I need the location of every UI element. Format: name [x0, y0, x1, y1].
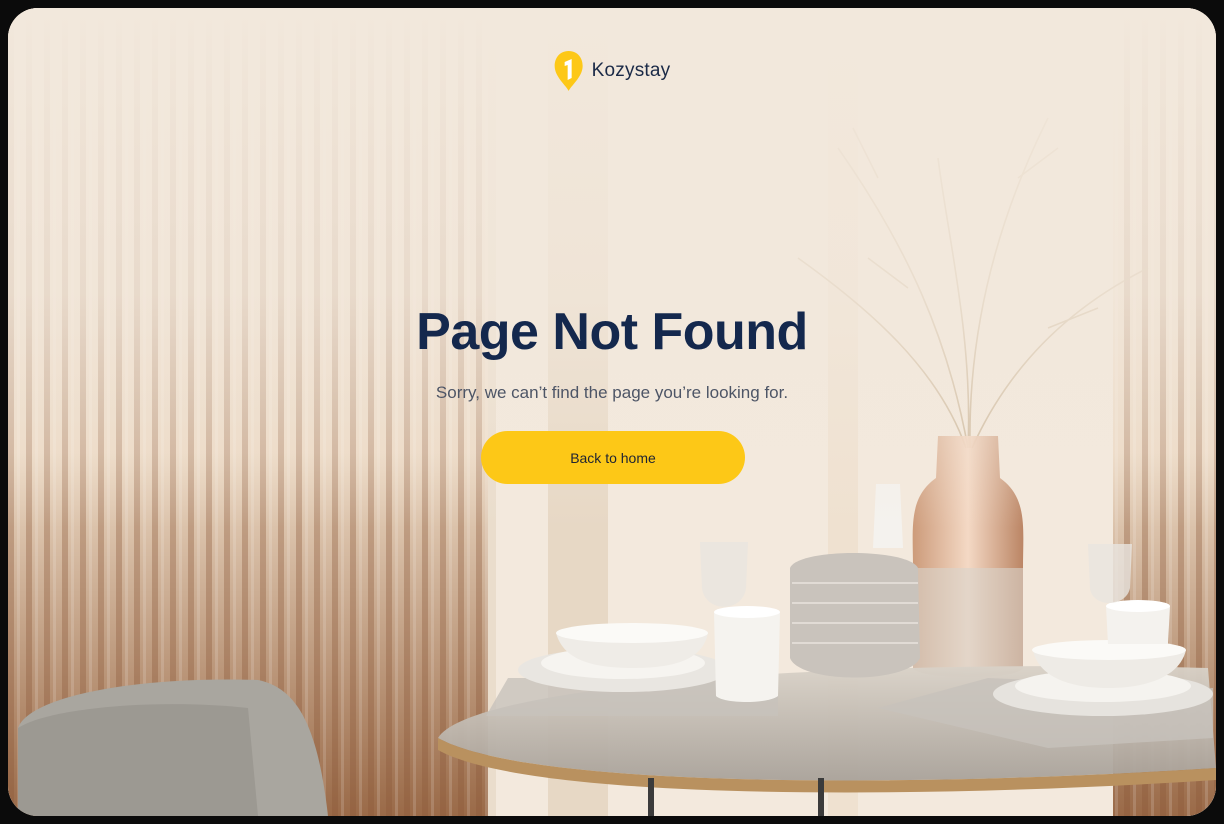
page-frame: Kozystay Page Not Found Sorry, we can’t … — [8, 8, 1216, 816]
brand-name: Kozystay — [591, 60, 671, 81]
brand-logo[interactable]: Kozystay — [554, 50, 671, 92]
back-to-home-button[interactable]: Back to home — [481, 431, 745, 484]
not-found-hero: Kozystay Page Not Found Sorry, we can’t … — [8, 8, 1216, 816]
page-title: Page Not Found — [416, 303, 808, 361]
kozystay-pin-logo-icon — [554, 51, 583, 91]
error-message: Sorry, we can’t find the page you’re loo… — [435, 383, 789, 402]
